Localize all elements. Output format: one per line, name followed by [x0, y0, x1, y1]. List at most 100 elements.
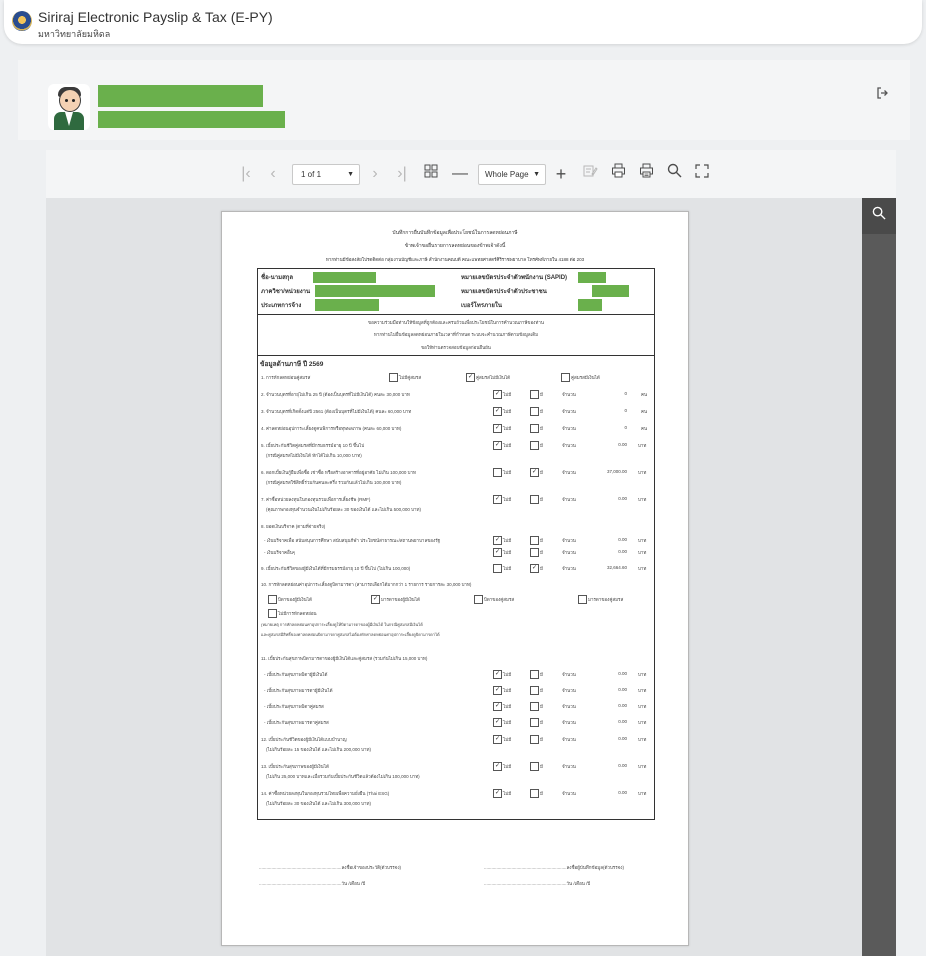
- amount-value: 0.00: [618, 687, 627, 692]
- item-11-c: - เบี้ยประกันสุขภาพบิดาคู่สมรส: [264, 704, 324, 709]
- unit-label: บาท: [638, 791, 647, 796]
- field-name-label: ชื่อ-นามสกุล: [261, 275, 294, 281]
- unit-label: บาท: [638, 720, 647, 725]
- checkbox-no[interactable]: ✓: [493, 686, 502, 695]
- item-11-d: - เบี้ยประกันสุขภาพมารดาคู่สมรส: [264, 720, 329, 725]
- amount-value: 0.00: [618, 703, 627, 708]
- pdf-toolbar: [46, 150, 896, 198]
- checkbox-no[interactable]: ✓: [493, 424, 502, 433]
- checkbox-no[interactable]: ✓: [493, 536, 502, 545]
- checkbox-yes[interactable]: ✓: [530, 564, 539, 573]
- yes-label: มี: [540, 409, 543, 414]
- item-10-label: 10. การหักลดหย่อนค่าอุปการะเลี้ยงดูบิดาม…: [261, 582, 472, 587]
- checkbox-no[interactable]: ✓: [493, 702, 502, 711]
- last-page-icon[interactable]: ›|: [394, 163, 410, 185]
- fullscreen-icon[interactable]: [692, 163, 712, 185]
- checkbox-yes[interactable]: [530, 789, 539, 798]
- checkbox-yes[interactable]: [530, 686, 539, 695]
- unit-label: บาท: [638, 538, 647, 543]
- zoom-in-icon[interactable]: +: [552, 163, 570, 185]
- no-label: ไม่มี: [503, 688, 512, 693]
- amount-value: 0.00: [618, 763, 627, 768]
- checkbox-yes[interactable]: [530, 702, 539, 711]
- checkbox-no[interactable]: [493, 468, 502, 477]
- checkbox-spouse-no-income[interactable]: ✓: [466, 373, 475, 382]
- zoom-out-icon[interactable]: —: [451, 163, 469, 185]
- checkbox-yes[interactable]: [530, 424, 539, 433]
- item-5-note: (กรณีคู่สมรสไม่มีเงินได้ หักได้ไม่เกิน 1…: [266, 453, 362, 458]
- checkbox-yes[interactable]: [530, 735, 539, 744]
- checkbox-spouse-father[interactable]: [474, 595, 483, 604]
- notice-1: ขอความร่วมมือท่านให้ข้อมูลที่ถูกต้องและค…: [368, 320, 544, 325]
- field-sapid-label: หมายเลขบัตรประจำตัวพนักงาน (SAPID): [461, 275, 568, 281]
- checkbox-yes[interactable]: [530, 390, 539, 399]
- avatar: [48, 84, 90, 130]
- checkbox-father[interactable]: [268, 595, 277, 604]
- redacted-sapid: [578, 272, 606, 283]
- item-8-label: 8. ยอดเงินบริจาค (ตามที่จ่ายจริง): [261, 524, 326, 529]
- page-selector[interactable]: 1 of 1 ▼: [292, 164, 360, 185]
- opt-father: บิดาของผู้มีเงินได้: [278, 597, 312, 602]
- opt-no-spouse: ไม่มีคู่สมรส: [399, 375, 422, 380]
- checkbox-yes[interactable]: ✓: [530, 468, 539, 477]
- amount-label: จำนวน: [562, 470, 576, 475]
- field-employment-label: ประเภทการจ้าง: [261, 303, 302, 309]
- search-icon[interactable]: [664, 163, 684, 185]
- unit-label: บาท: [638, 672, 647, 677]
- opt-spouse-income: คู่สมรสมีเงินได้: [571, 375, 600, 380]
- checkbox-yes[interactable]: [530, 548, 539, 557]
- checkbox-no[interactable]: ✓: [493, 548, 502, 557]
- checkbox-mother[interactable]: ✓: [371, 595, 380, 604]
- no-label: ไม่มี: [503, 791, 512, 796]
- yes-label: มี: [540, 672, 543, 677]
- checkbox-no[interactable]: ✓: [493, 495, 502, 504]
- checkbox-no[interactable]: ✓: [493, 735, 502, 744]
- search-icon[interactable]: [862, 198, 896, 234]
- no-label: ไม่มี: [503, 426, 512, 431]
- redacted-department: [315, 285, 435, 297]
- previous-page-icon[interactable]: ‹: [266, 163, 280, 185]
- checkbox-no-deduction[interactable]: [268, 609, 277, 618]
- amount-value: 0.00: [618, 496, 627, 501]
- thumbnails-icon[interactable]: [421, 163, 441, 185]
- unit-label: คน: [641, 426, 648, 431]
- checkbox-no[interactable]: ✓: [493, 390, 502, 399]
- amount-label: จำนวน: [562, 764, 576, 769]
- next-page-icon[interactable]: ›: [368, 163, 382, 185]
- zoom-selector[interactable]: Whole Page ▼: [478, 164, 546, 185]
- no-label: ไม่มี: [503, 443, 512, 448]
- print-preview-icon[interactable]: [636, 163, 656, 185]
- checkbox-no[interactable]: ✓: [493, 789, 502, 798]
- checkbox-spouse-income[interactable]: [561, 373, 570, 382]
- first-page-icon[interactable]: |‹: [238, 163, 254, 185]
- date-owner: ........................................…: [259, 881, 366, 886]
- unit-label: คน: [641, 409, 648, 414]
- no-label: ไม่มี: [503, 720, 512, 725]
- checkbox-yes[interactable]: [530, 718, 539, 727]
- checkbox-yes[interactable]: [530, 407, 539, 416]
- amount-value: 0.00: [618, 549, 627, 554]
- checkbox-yes[interactable]: [530, 441, 539, 450]
- amount-value: 37,000.00: [606, 469, 627, 474]
- logout-icon[interactable]: [873, 86, 891, 104]
- tax-form-frame: ชื่อ-นามสกุล หมายเลขบัตรประจำตัวพนักงาน …: [257, 268, 655, 820]
- checkbox-yes[interactable]: [530, 670, 539, 679]
- checkbox-no[interactable]: ✓: [493, 762, 502, 771]
- checkbox-no-spouse[interactable]: [389, 373, 398, 382]
- checkbox-yes[interactable]: [530, 536, 539, 545]
- checkbox-no[interactable]: ✓: [493, 441, 502, 450]
- print-icon[interactable]: [608, 163, 628, 185]
- amount-value: 0.00: [618, 736, 627, 741]
- checkbox-no[interactable]: ✓: [493, 407, 502, 416]
- no-label: ไม่มี: [503, 497, 512, 502]
- annotate-icon[interactable]: [580, 163, 600, 185]
- checkbox-no[interactable]: ✓: [493, 670, 502, 679]
- checkbox-no[interactable]: ✓: [493, 718, 502, 727]
- doc-header-2: ข้าพเจ้าขอยื่นรายการลดหย่อนของข้าพเจ้าดั…: [404, 243, 506, 249]
- checkbox-spouse-mother[interactable]: [578, 595, 587, 604]
- notice-3: ขอให้ท่านตรวจสอบข้อมูลก่อนยืนยัน: [421, 345, 491, 350]
- checkbox-no[interactable]: [493, 564, 502, 573]
- redacted-name: [313, 272, 376, 283]
- checkbox-yes[interactable]: [530, 495, 539, 504]
- checkbox-yes[interactable]: [530, 762, 539, 771]
